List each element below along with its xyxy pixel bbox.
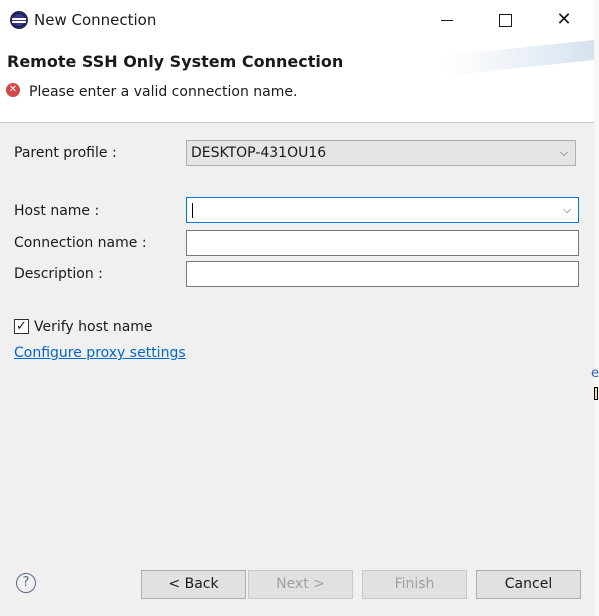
help-icon[interactable]: ?: [16, 573, 36, 593]
banner-decoration: [444, 40, 594, 76]
minimize-button[interactable]: [418, 0, 476, 40]
description-field[interactable]: [186, 261, 579, 287]
verify-host-checkbox[interactable]: ✓: [14, 319, 29, 334]
connection-name-label: Connection name :: [14, 235, 147, 251]
parent-profile-value: DESKTOP-431OU16: [191, 145, 327, 161]
maximize-icon: [498, 13, 512, 27]
error-message: Please enter a valid connection name.: [29, 84, 298, 100]
error-icon: ✕: [6, 83, 20, 97]
chevron-down-icon: ⌵: [559, 146, 569, 159]
parent-profile-label: Parent profile :: [14, 145, 117, 161]
cancel-button[interactable]: Cancel: [476, 570, 581, 599]
host-name-combo[interactable]: ⌵: [186, 197, 579, 223]
title-bar: New Connection ✕: [0, 0, 594, 40]
minimize-icon: [441, 19, 453, 21]
wizard-banner: Remote SSH Only System Connection ✕ Plea…: [0, 40, 594, 123]
chevron-down-icon[interactable]: ⌵: [560, 198, 574, 222]
close-icon: ✕: [556, 9, 572, 30]
verify-host-label[interactable]: Verify host name: [34, 319, 153, 335]
page-title: Remote SSH Only System Connection: [7, 52, 344, 71]
close-button[interactable]: ✕: [535, 0, 593, 40]
configure-proxy-link[interactable]: Configure proxy settings: [14, 345, 186, 361]
host-name-label: Host name :: [14, 203, 100, 219]
window-title: New Connection: [34, 11, 157, 29]
background-window-text: e: [591, 366, 599, 381]
next-button[interactable]: Next >: [248, 570, 353, 599]
finish-button[interactable]: Finish: [362, 570, 467, 599]
back-button[interactable]: < Back: [141, 570, 246, 599]
eclipse-app-icon: [10, 11, 28, 29]
background-window-edge: [594, 0, 599, 616]
text-caret: [192, 203, 193, 218]
new-connection-dialog: New Connection ✕ Remote SSH Only System …: [0, 0, 595, 616]
connection-name-field[interactable]: [186, 230, 579, 256]
description-label: Description :: [14, 266, 103, 282]
parent-profile-select[interactable]: DESKTOP-431OU16 ⌵: [186, 140, 576, 166]
checkmark-icon: ✓: [16, 319, 27, 334]
maximize-button[interactable]: [476, 0, 534, 40]
background-window-marker: [594, 387, 598, 400]
